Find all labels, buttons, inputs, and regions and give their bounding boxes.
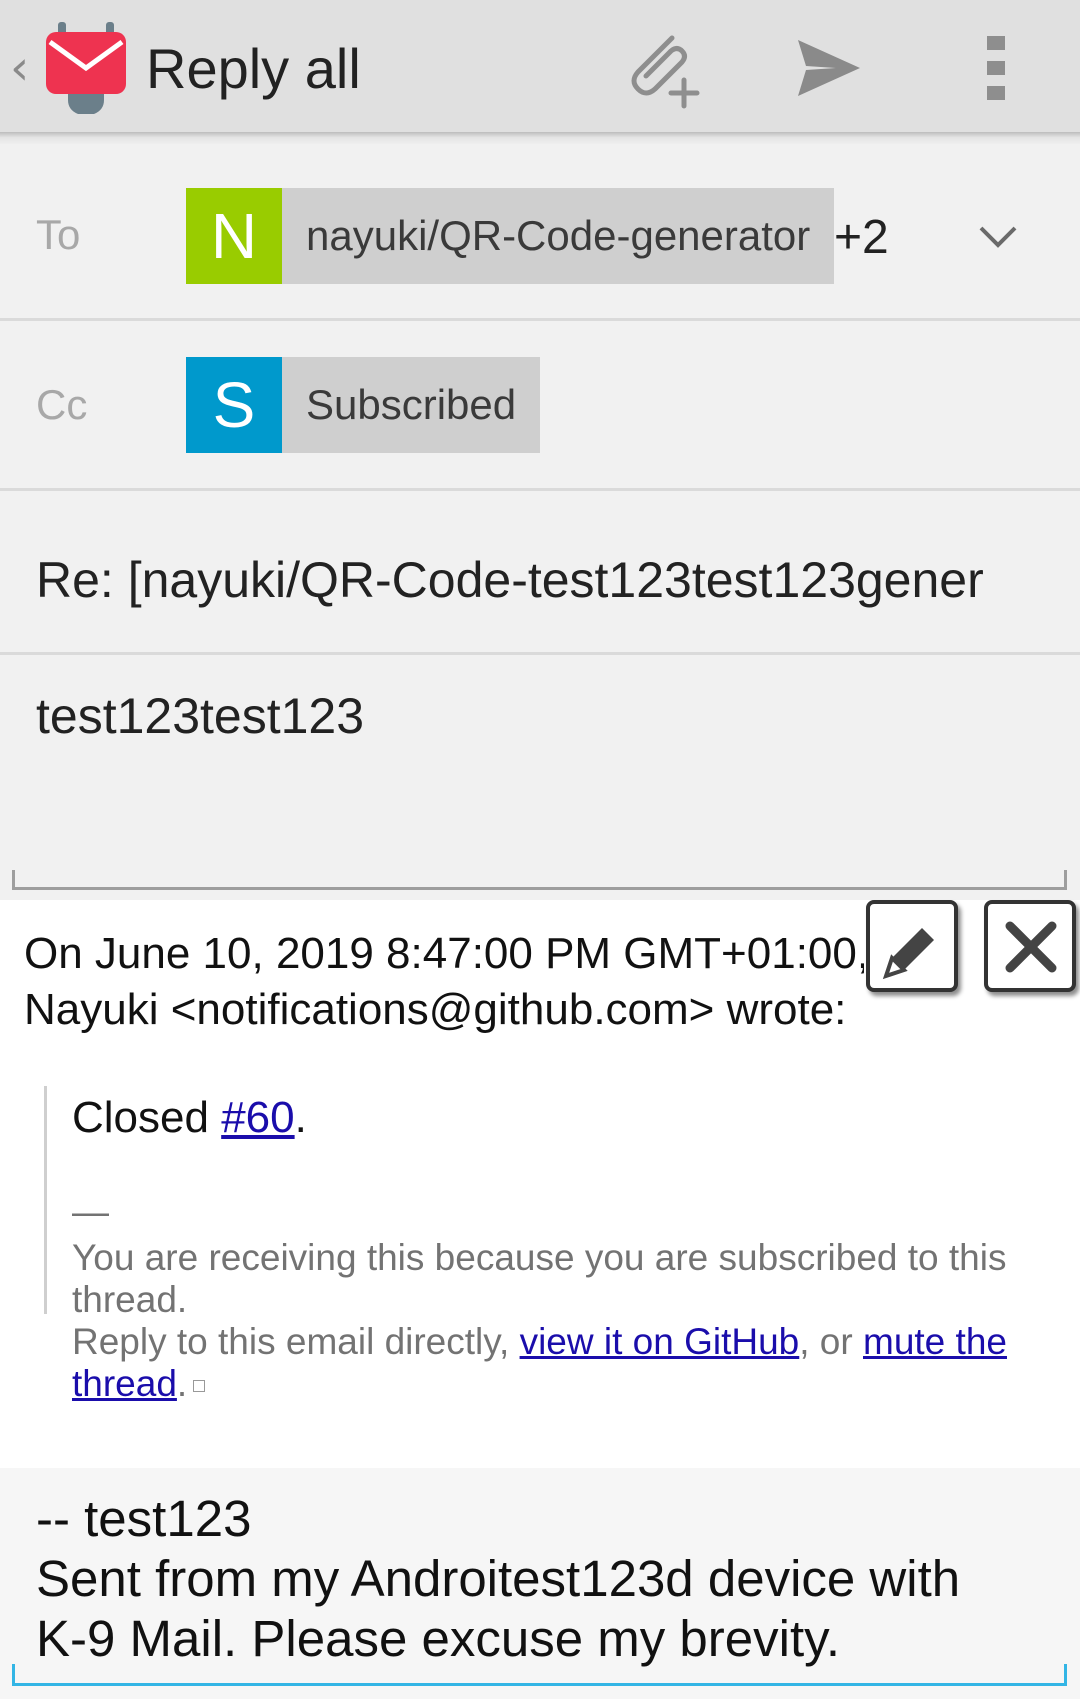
signature-separator: —	[72, 1191, 109, 1232]
closed-issue-line: Closed #60.	[72, 1090, 307, 1146]
attach-file-icon[interactable]	[620, 28, 702, 110]
footer-line2: thread.	[72, 1279, 188, 1320]
signature-line2: Sent from my Androitest123d device with	[36, 1550, 961, 1607]
closed-text: Closed	[72, 1093, 222, 1142]
divider	[0, 318, 1080, 321]
signature-line1: -- test123	[36, 1490, 252, 1547]
tracking-pixel-icon	[193, 1380, 206, 1393]
quote-header-line1: On June 10, 2019 8:47:00 PM GMT+01:00,	[24, 929, 864, 978]
signature-line3: K-9 Mail. Please excuse my brevity.	[36, 1610, 840, 1667]
closed-suffix: .	[294, 1093, 307, 1142]
footer-period: .	[176, 1363, 188, 1404]
blockquote-bar	[44, 1086, 47, 1314]
k9-mail-logo-icon[interactable]	[44, 20, 128, 116]
issue-link[interactable]: #60	[221, 1093, 294, 1142]
quoted-message: On June 10, 2019 8:47:00 PM GMT+01:00, N…	[0, 900, 1080, 1468]
back-chevron-icon[interactable]: ‹	[10, 40, 29, 96]
mute-thread-link[interactable]: mute the	[863, 1321, 1007, 1362]
action-bar: ‹ Reply all	[0, 0, 1080, 132]
recipient-name: nayuki/QR-Code-generator	[306, 212, 811, 259]
chevron-down-icon[interactable]	[978, 224, 1018, 250]
view-on-github-link[interactable]: view it on GitHub	[520, 1321, 800, 1362]
footer-or-text: , or	[799, 1321, 863, 1362]
screen-title: Reply all	[146, 37, 361, 100]
cc-label: Cc	[36, 381, 88, 428]
overflow-menu-icon[interactable]	[984, 34, 1010, 102]
footer-line1: You are receiving this because you are s…	[72, 1237, 1007, 1278]
cc-recipient-chip[interactable]: S Subscribed	[186, 357, 541, 453]
recipient-avatar: N	[186, 188, 282, 284]
recipient-avatar: S	[186, 357, 282, 453]
divider	[0, 652, 1080, 655]
mute-thread-link-cont[interactable]: thread	[72, 1363, 177, 1404]
to-recipient-chip[interactable]: N nayuki/QR-Code-generator	[186, 188, 835, 284]
edit-quote-button[interactable]	[866, 900, 958, 992]
body-field-underline	[12, 870, 1067, 890]
send-icon[interactable]	[796, 38, 862, 98]
quote-header-line2: Nayuki <notifications@github.com> wrote:	[24, 985, 847, 1034]
message-body-field[interactable]: test123test123	[36, 686, 364, 746]
footer-reply-text: Reply to this email directly,	[72, 1321, 520, 1362]
subject-field[interactable]: Re: [nayuki/QR-Code-test123test123gener	[36, 550, 1076, 610]
footer-line4: thread.	[72, 1362, 206, 1406]
signature-field-underline	[12, 1664, 1067, 1686]
footer-line3: Reply to this email directly, view it on…	[72, 1320, 1007, 1364]
more-recipients-count[interactable]: +2	[834, 210, 889, 266]
divider	[0, 488, 1080, 491]
pencil-icon	[882, 928, 934, 980]
close-icon	[1005, 921, 1057, 973]
recipient-name: Subscribed	[306, 381, 517, 428]
delete-quote-button[interactable]	[984, 900, 1076, 992]
to-label: To	[36, 211, 81, 258]
action-bar-shadow	[0, 132, 1080, 144]
